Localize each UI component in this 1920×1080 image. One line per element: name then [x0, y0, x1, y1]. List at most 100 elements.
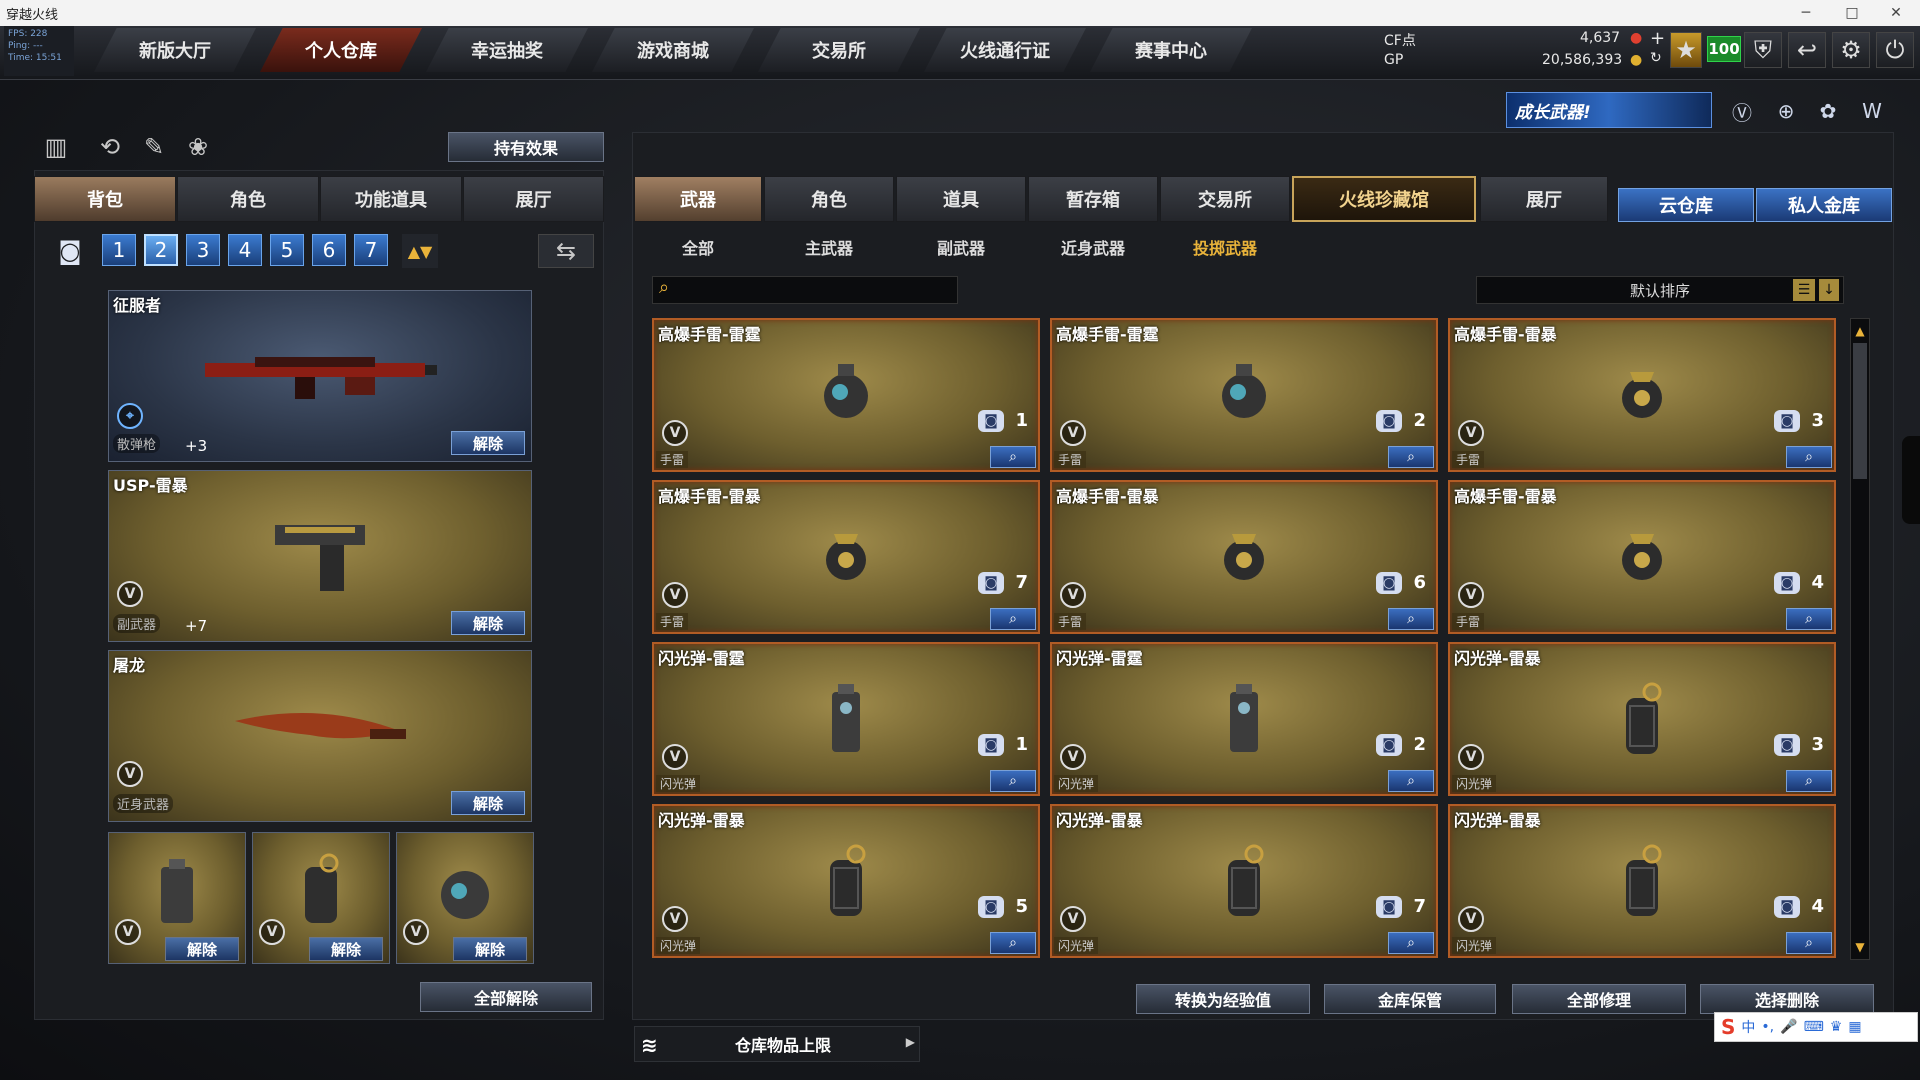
- nav-tab-exchange[interactable]: 交易所: [758, 28, 920, 72]
- subtab-all[interactable]: 全部: [634, 232, 762, 262]
- zoom-icon[interactable]: ⌕: [990, 608, 1036, 630]
- equipped-secondary-card[interactable]: USP-雷暴 V 副武器 +7 解除: [108, 470, 532, 642]
- left-tab-function[interactable]: 功能道具: [320, 176, 462, 222]
- return-icon[interactable]: ↩: [1788, 32, 1826, 68]
- minimize-icon[interactable]: ─: [1784, 0, 1828, 26]
- unequip-button[interactable]: 解除: [451, 611, 525, 635]
- zoom-icon[interactable]: ⌕: [1388, 608, 1434, 630]
- item-card[interactable]: 高爆手雷-雷暴 V ◙ 7 手雷 ⌕: [652, 480, 1040, 634]
- effects-button[interactable]: 持有效果: [448, 132, 604, 162]
- right-tab-roles[interactable]: 角色: [764, 176, 894, 222]
- expand-arrow-icon[interactable]: ▶: [906, 1035, 915, 1049]
- maximize-icon[interactable]: □: [1830, 0, 1874, 26]
- item-card[interactable]: 闪光弹-雷暴 V ◙ 5 闪光弹 ⌕: [652, 804, 1040, 958]
- equipped-melee-card[interactable]: 屠龙 V 近身武器 解除: [108, 650, 532, 822]
- zoom-icon[interactable]: ⌕: [1786, 608, 1832, 630]
- page-3-button[interactable]: 3: [186, 234, 220, 266]
- transfer-icon[interactable]: ⇆: [538, 234, 594, 268]
- skin-icon[interactable]: ♛: [1830, 1019, 1843, 1035]
- right-tab-collection[interactable]: 火线珍藏馆: [1292, 176, 1476, 222]
- subtab-melee[interactable]: 近身武器: [1028, 232, 1158, 262]
- item-card[interactable]: 闪光弹-雷暴 V ◙ 4 闪光弹 ⌕: [1448, 804, 1836, 958]
- close-icon[interactable]: ✕: [1874, 0, 1918, 26]
- page-arrows-icon[interactable]: ▲▼: [402, 234, 438, 268]
- stats-icon[interactable]: ▥: [38, 130, 74, 164]
- unequip-button[interactable]: 解除: [309, 937, 383, 961]
- scroll-up-icon[interactable]: ▲: [1853, 323, 1867, 339]
- tools-icon[interactable]: ✎: [136, 130, 172, 164]
- page-7-button[interactable]: 7: [354, 234, 388, 266]
- page-1-button[interactable]: 1: [102, 234, 136, 266]
- sort-dropdown[interactable]: 默认排序 ☰ ↓: [1476, 276, 1844, 304]
- storage-limit-bar[interactable]: ≋ 仓库物品上限 ▶: [634, 1026, 920, 1062]
- item-card[interactable]: 高爆手雷-雷暴 V ◙ 6 手雷 ⌕: [1050, 480, 1438, 634]
- punctuation-icon[interactable]: •,: [1761, 1019, 1774, 1035]
- equipped-primary-card[interactable]: 征服者 ⌖ 散弹枪 +3 解除: [108, 290, 532, 462]
- keyboard-icon[interactable]: ⌨: [1804, 1019, 1824, 1035]
- scroll-thumb[interactable]: [1853, 343, 1867, 479]
- convert-exp-button[interactable]: 转换为经验值: [1136, 984, 1310, 1014]
- w-logo-icon[interactable]: W: [1856, 96, 1888, 126]
- unequip-button[interactable]: 解除: [453, 937, 527, 961]
- grid-scrollbar[interactable]: ▲ ▼: [1850, 318, 1870, 960]
- gear-icon[interactable]: ⚙: [1832, 32, 1870, 68]
- left-tab-role[interactable]: 角色: [177, 176, 319, 222]
- sort-direction-icon[interactable]: ↓: [1819, 279, 1839, 301]
- history-icon[interactable]: ⟲: [92, 130, 128, 164]
- private-vault-button[interactable]: 私人金库: [1756, 188, 1892, 222]
- subtab-secondary[interactable]: 副武器: [896, 232, 1026, 262]
- unequip-button[interactable]: 解除: [451, 791, 525, 815]
- v-badge-icon[interactable]: Ⓥ: [1726, 96, 1758, 126]
- item-card[interactable]: 高爆手雷-雷暴 V ◙ 3 手雷 ⌕: [1448, 318, 1836, 472]
- scroll-down-icon[interactable]: ▼: [1853, 939, 1867, 955]
- unequip-all-button[interactable]: 全部解除: [420, 982, 592, 1012]
- item-card[interactable]: 闪光弹-雷霆 V ◙ 2 闪光弹 ⌕: [1050, 642, 1438, 796]
- item-card[interactable]: 闪光弹-雷暴 V ◙ 7 闪光弹 ⌕: [1050, 804, 1438, 958]
- right-tab-items[interactable]: 道具: [896, 176, 1026, 222]
- page-5-button[interactable]: 5: [270, 234, 304, 266]
- throwable-slot-1[interactable]: V 解除: [108, 832, 246, 964]
- subtab-throwable[interactable]: 投掷武器: [1160, 232, 1290, 262]
- pet-icon[interactable]: ❀: [180, 130, 216, 164]
- shield-icon[interactable]: ⛨: [1744, 32, 1782, 68]
- nav-tab-lobby[interactable]: 新版大厅: [94, 28, 256, 72]
- subtab-primary[interactable]: 主武器: [764, 232, 894, 262]
- zoom-icon[interactable]: ⌕: [1786, 446, 1832, 468]
- nav-tab-lottery[interactable]: 幸运抽奖: [426, 28, 588, 72]
- page-2-button[interactable]: 2: [144, 234, 178, 266]
- globe-icon[interactable]: ⊕: [1770, 96, 1802, 126]
- apps-icon[interactable]: ▦: [1848, 1019, 1861, 1035]
- wreath-icon[interactable]: ✿: [1812, 96, 1844, 126]
- promo-banner[interactable]: 成长武器!: [1506, 92, 1712, 128]
- gp-refresh-icon[interactable]: ↻: [1650, 50, 1662, 66]
- item-card[interactable]: 闪光弹-雷霆 V ◙ 1 闪光弹 ⌕: [652, 642, 1040, 796]
- zoom-icon[interactable]: ⌕: [1388, 770, 1434, 792]
- zoom-icon[interactable]: ⌕: [990, 770, 1036, 792]
- nav-tab-warehouse[interactable]: 个人仓库: [260, 28, 422, 72]
- unequip-button[interactable]: 解除: [451, 431, 525, 455]
- vault-store-button[interactable]: 金库保管: [1324, 984, 1496, 1014]
- left-tab-bag[interactable]: 背包: [34, 176, 176, 222]
- list-icon[interactable]: ☰: [1793, 279, 1815, 301]
- zoom-icon[interactable]: ⌕: [990, 932, 1036, 954]
- left-tab-showroom[interactable]: 展厅: [463, 176, 604, 222]
- throwable-slot-2[interactable]: V 解除: [252, 832, 390, 964]
- select-delete-button[interactable]: 选择删除: [1700, 984, 1874, 1014]
- throwable-slot-3[interactable]: V 解除: [396, 832, 534, 964]
- search-input[interactable]: ⌕: [652, 276, 958, 304]
- nav-tab-shop[interactable]: 游戏商城: [592, 28, 754, 72]
- cloud-warehouse-button[interactable]: 云仓库: [1618, 188, 1754, 222]
- power-icon[interactable]: ⏻: [1876, 32, 1914, 68]
- item-card[interactable]: 闪光弹-雷暴 V ◙ 3 闪光弹 ⌕: [1448, 642, 1836, 796]
- zoom-icon[interactable]: ⌕: [1388, 932, 1434, 954]
- right-tab-temp[interactable]: 暂存箱: [1028, 176, 1158, 222]
- unequip-button[interactable]: 解除: [165, 937, 239, 961]
- zoom-icon[interactable]: ⌕: [1786, 932, 1832, 954]
- zoom-icon[interactable]: ⌕: [990, 446, 1036, 468]
- cf-add-icon[interactable]: +: [1650, 28, 1665, 49]
- page-4-button[interactable]: 4: [228, 234, 262, 266]
- zoom-icon[interactable]: ⌕: [1786, 770, 1832, 792]
- item-card[interactable]: 高爆手雷-雷暴 V ◙ 4 手雷 ⌕: [1448, 480, 1836, 634]
- page-6-button[interactable]: 6: [312, 234, 346, 266]
- item-card[interactable]: 高爆手雷-雷霆 V ◙ 2 手雷 ⌕: [1050, 318, 1438, 472]
